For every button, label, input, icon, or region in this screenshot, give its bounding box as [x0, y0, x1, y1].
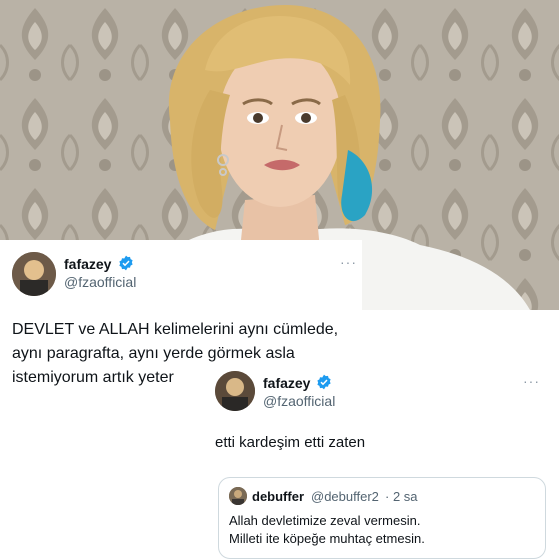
quoted-tweet-text: Allah devletimize zeval vermesin. Millet… [229, 513, 425, 546]
more-options-icon[interactable]: ··· [340, 254, 357, 270]
display-name[interactable]: debuffer [252, 489, 304, 504]
avatar[interactable] [12, 252, 56, 296]
avatar-image [229, 487, 247, 505]
quoted-tweet[interactable]: debuffer @debuffer2 · 2 sa Allah devleti… [218, 477, 546, 559]
more-options-icon[interactable]: ··· [523, 373, 540, 389]
timestamp[interactable]: · 2 sa [385, 489, 418, 504]
verified-badge-icon [316, 374, 332, 395]
tweet-card-main[interactable]: fafazey @fzaofficial ··· [0, 240, 362, 310]
handle[interactable]: @debuffer2 [311, 489, 379, 504]
avatar-image [215, 371, 255, 411]
verified-badge-icon [118, 255, 134, 276]
display-name[interactable]: fafazey [64, 256, 111, 272]
avatar[interactable] [215, 371, 255, 411]
handle[interactable]: @fzaofficial [263, 393, 335, 409]
avatar-image [12, 252, 56, 296]
avatar[interactable] [229, 487, 247, 505]
handle[interactable]: @fzaofficial [64, 274, 136, 290]
display-name[interactable]: fafazey [263, 375, 310, 391]
tweet-text-reply: etti kardeşim etti zaten [215, 434, 366, 451]
